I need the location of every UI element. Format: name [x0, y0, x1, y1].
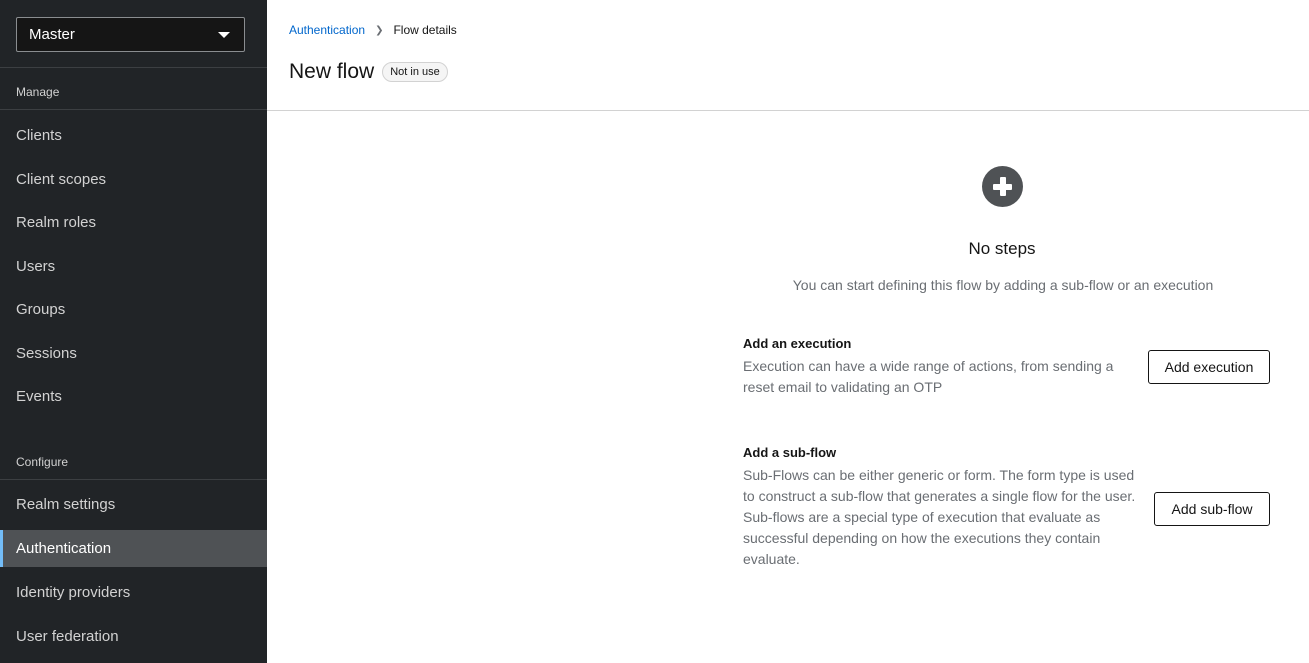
title-row: New flow Not in use — [289, 60, 448, 84]
section-title-manage: Manage — [16, 85, 60, 99]
add-sub-flow-button[interactable]: Add sub-flow — [1154, 492, 1270, 526]
sidebar-item-identity-providers[interactable]: Identity providers — [0, 574, 267, 611]
add-execution-description: Execution can have a wide range of actio… — [743, 358, 1114, 395]
realm-selector[interactable]: Master — [16, 17, 245, 52]
add-execution-title: Add an execution — [743, 336, 852, 351]
add-sub-flow-title: Add a sub-flow — [743, 445, 837, 460]
caret-down-icon — [218, 31, 230, 38]
add-sub-flow-description: Sub-Flows can be either generic or form.… — [743, 467, 1136, 567]
sidebar-item-user-federation[interactable]: User federation — [0, 618, 267, 655]
sidebar-item-realm-settings[interactable]: Realm settings — [0, 486, 267, 523]
breadcrumb-link-authentication[interactable]: Authentication — [289, 23, 365, 37]
breadcrumb: Authentication ❯ Flow details — [289, 23, 457, 37]
page-header: Authentication ❯ Flow details New flow N… — [267, 0, 1309, 111]
empty-state-title: No steps — [968, 239, 1036, 258]
sidebar-item-groups[interactable]: Groups — [0, 291, 267, 328]
realm-selector-value: Master — [29, 26, 75, 43]
page-title: New flow — [289, 60, 375, 83]
divider — [0, 479, 267, 480]
empty-state-description: You can start defining this flow by addi… — [792, 277, 1214, 293]
section-title-configure: Configure — [16, 455, 69, 469]
sidebar-item-authentication[interactable]: Authentication — [0, 530, 267, 567]
sidebar: Master Manage Clients Client scopes Real… — [0, 0, 267, 663]
chevron-right-icon: ❯ — [375, 24, 384, 36]
sidebar-item-realm-roles[interactable]: Realm roles — [0, 204, 267, 241]
sidebar-item-clients[interactable]: Clients — [0, 117, 267, 154]
plus-circle-icon — [982, 166, 1023, 207]
add-execution-button[interactable]: Add execution — [1148, 350, 1270, 384]
divider — [0, 67, 267, 68]
empty-state: No steps You can start defining this flo… — [267, 111, 1309, 663]
status-badge: Not in use — [382, 62, 448, 82]
breadcrumb-current: Flow details — [393, 23, 457, 37]
sidebar-item-client-scopes[interactable]: Client scopes — [0, 161, 267, 198]
divider — [0, 109, 267, 110]
sidebar-item-sessions[interactable]: Sessions — [0, 335, 267, 372]
sidebar-item-users[interactable]: Users — [0, 248, 267, 285]
sidebar-item-events[interactable]: Events — [0, 378, 267, 415]
